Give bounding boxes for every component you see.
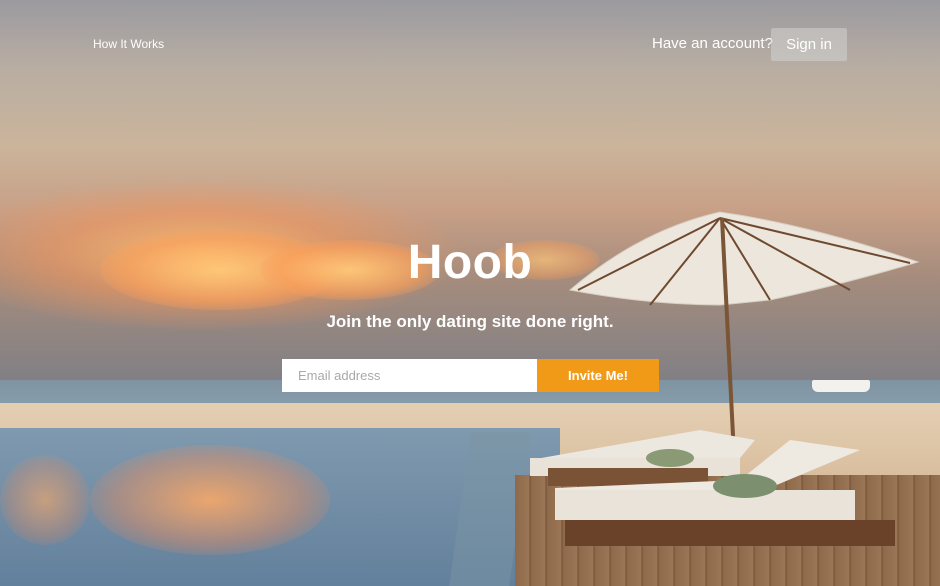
page-title: Hoob — [407, 236, 533, 289]
email-input[interactable] — [282, 359, 537, 392]
beach-umbrella-and-loungers — [530, 211, 920, 546]
tagline: Join the only dating site done right. — [326, 312, 614, 331]
signup-form: Invite Me! — [282, 359, 659, 392]
background-photo — [0, 0, 940, 586]
sign-in-button[interactable]: Sign in — [771, 28, 847, 61]
have-account-text: Have an account? — [652, 35, 773, 52]
invite-me-button[interactable]: Invite Me! — [537, 359, 659, 392]
how-it-works-link[interactable]: How It Works — [93, 37, 164, 51]
